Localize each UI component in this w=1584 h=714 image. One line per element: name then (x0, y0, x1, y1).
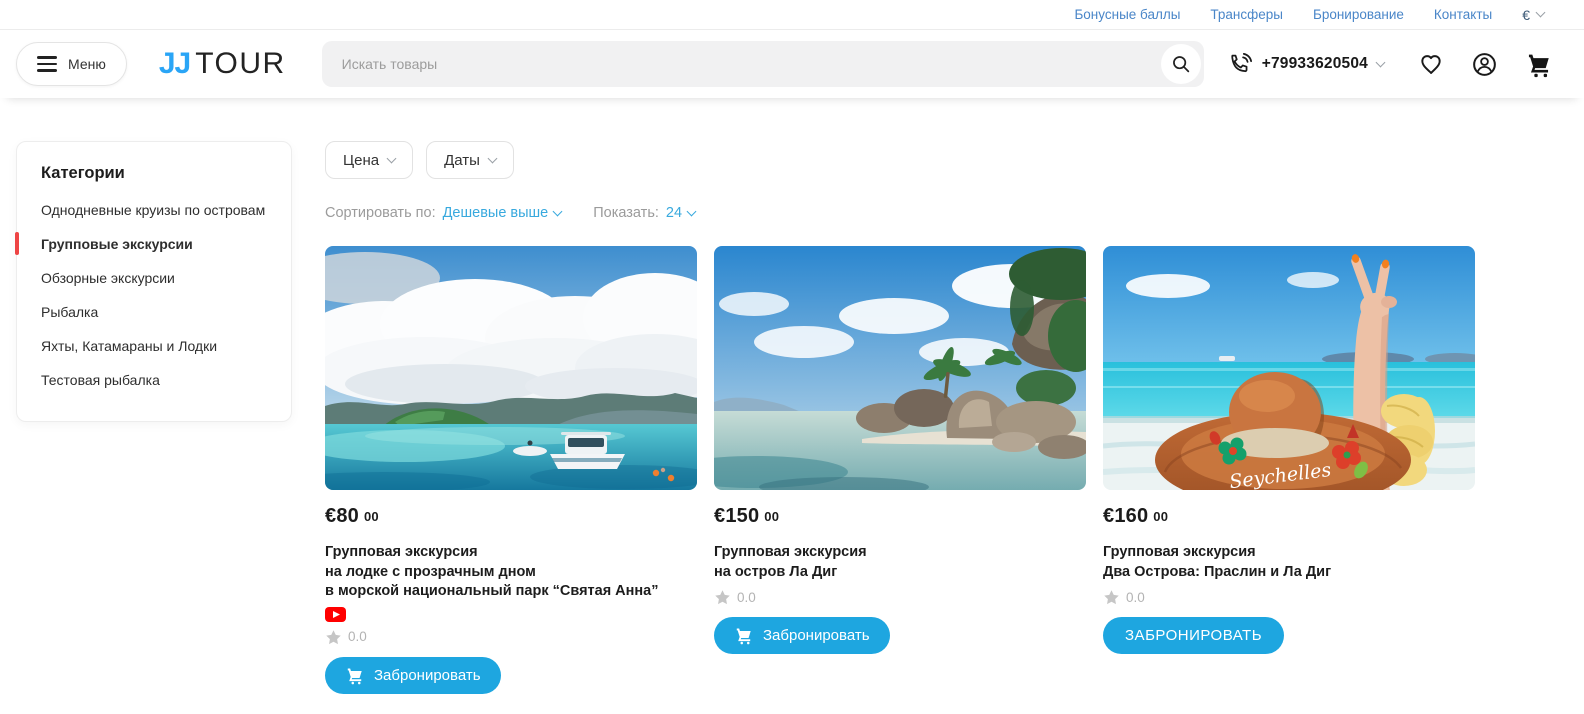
logo-part-jj: JJ (158, 47, 191, 80)
product-image[interactable] (325, 246, 697, 490)
show-select[interactable]: 24 (666, 205, 697, 221)
dates-filter-button[interactable]: Даты (426, 141, 514, 179)
product-title[interactable]: Групповая экскурсия на лодке с прозрачны… (325, 543, 697, 602)
product-card: €80 00 Групповая экскурсия на лодке с про… (325, 246, 697, 694)
cart-icon (1528, 54, 1549, 77)
price-filter-button[interactable]: Цена (325, 141, 414, 179)
search-bar (321, 41, 1204, 87)
product-price: €150 00 (714, 505, 780, 527)
product-rating: 0.0 (714, 589, 1086, 605)
products-grid: €80 00 Групповая экскурсия на лодке с про… (325, 246, 1475, 694)
chevron-down-icon (552, 206, 563, 216)
menu-label: Меню (68, 56, 106, 72)
product-title[interactable]: Групповая экскурсия на остров Ла Диг (714, 543, 1086, 582)
content-area: Цена Даты Сортировать по: Дешевые выше П… (325, 141, 1475, 694)
product-image[interactable]: Seychelles (1103, 246, 1475, 490)
phone-icon (1231, 52, 1252, 72)
cart-icon (347, 668, 362, 684)
sidebar-title: Категории (41, 164, 125, 182)
product-card: €150 00 Групповая экскурсия на остров Ла … (714, 246, 1086, 694)
sort-select[interactable]: Дешевые выше (443, 205, 563, 221)
topbar-link-contacts[interactable]: Контакты (1434, 7, 1492, 22)
star-icon (326, 629, 341, 644)
book-button[interactable]: ЗАБРОНИРОВАТЬ (1103, 617, 1285, 655)
rating-value: 0.0 (1126, 589, 1145, 605)
sidebar-item-test-fishing[interactable]: Тестовая рыбалка (41, 363, 267, 397)
header: Меню JJ TOUR +79933620504 (0, 30, 1584, 98)
chevron-down-icon (686, 206, 697, 216)
phone-number: +79933620504 (1261, 55, 1368, 72)
currency-selector[interactable]: € (1522, 6, 1546, 23)
user-icon (1473, 52, 1496, 76)
topbar-link-booking[interactable]: Бронирование (1313, 7, 1404, 22)
logo[interactable]: JJ TOUR (159, 49, 286, 79)
topbar-link-bonus[interactable]: Бонусные баллы (1074, 7, 1180, 22)
account-button[interactable] (1471, 51, 1498, 78)
chevron-down-icon (1535, 7, 1546, 18)
chevron-down-icon (487, 153, 498, 163)
main-area: Категории Однодневные круизы по островам… (0, 98, 1584, 694)
search-button[interactable] (1160, 44, 1201, 84)
hamburger-icon (37, 56, 57, 72)
book-button[interactable]: Забронировать (325, 656, 501, 694)
topbar: Бонусные баллы Трансферы Бронирование Ко… (0, 0, 1584, 30)
product-rating: 0.0 (325, 629, 697, 645)
favorites-button[interactable] (1418, 51, 1444, 77)
header-icons (1418, 51, 1552, 78)
sidebar-item-yachts[interactable]: Яхты, Катамараны и Лодки (41, 329, 267, 363)
sort-row: Сортировать по: Дешевые выше Показать: 2… (325, 205, 1475, 221)
chevron-down-icon (1375, 57, 1386, 67)
sidebar-item-fishing[interactable]: Рыбалка (41, 295, 267, 329)
sidebar-item-overview-tours[interactable]: Обзорные экскурсии (41, 261, 267, 295)
show-label: Показать: (593, 205, 659, 221)
topbar-link-transfers[interactable]: Трансферы (1210, 7, 1283, 22)
sidebar-item-group-tours[interactable]: Групповые экскурсии (15, 227, 267, 261)
heart-icon (1421, 55, 1441, 74)
chevron-down-icon (386, 153, 397, 163)
product-price: €160 00 (1103, 505, 1169, 527)
categories-sidebar: Категории Однодневные круизы по островам… (15, 141, 292, 422)
star-icon (715, 590, 730, 605)
currency-value: € (1522, 6, 1530, 23)
book-button[interactable]: Забронировать (714, 617, 890, 655)
phone-selector[interactable]: +79933620504 (1228, 52, 1386, 77)
menu-button[interactable]: Меню (16, 42, 127, 86)
search-input[interactable] (321, 41, 1204, 87)
sort-label: Сортировать по: (325, 205, 436, 221)
cart-icon (736, 628, 751, 645)
logo-part-tour: TOUR (195, 47, 286, 80)
rating-value: 0.0 (348, 629, 367, 645)
filter-row: Цена Даты (325, 141, 1475, 179)
search-icon (1172, 56, 1189, 73)
product-image[interactable] (714, 246, 1086, 490)
youtube-icon (325, 606, 346, 622)
cart-button[interactable] (1525, 51, 1552, 78)
rating-value: 0.0 (737, 589, 756, 605)
product-title[interactable]: Групповая экскурсия Два Острова: Праслин… (1103, 543, 1475, 582)
star-icon (1104, 590, 1119, 605)
sidebar-item-day-cruises[interactable]: Однодневные круизы по островам (41, 193, 267, 227)
product-rating: 0.0 (1103, 589, 1475, 605)
product-card: Seychelles €160 00 Групповая экскурсия Дв… (1103, 246, 1475, 694)
product-price: €80 00 (325, 505, 379, 527)
